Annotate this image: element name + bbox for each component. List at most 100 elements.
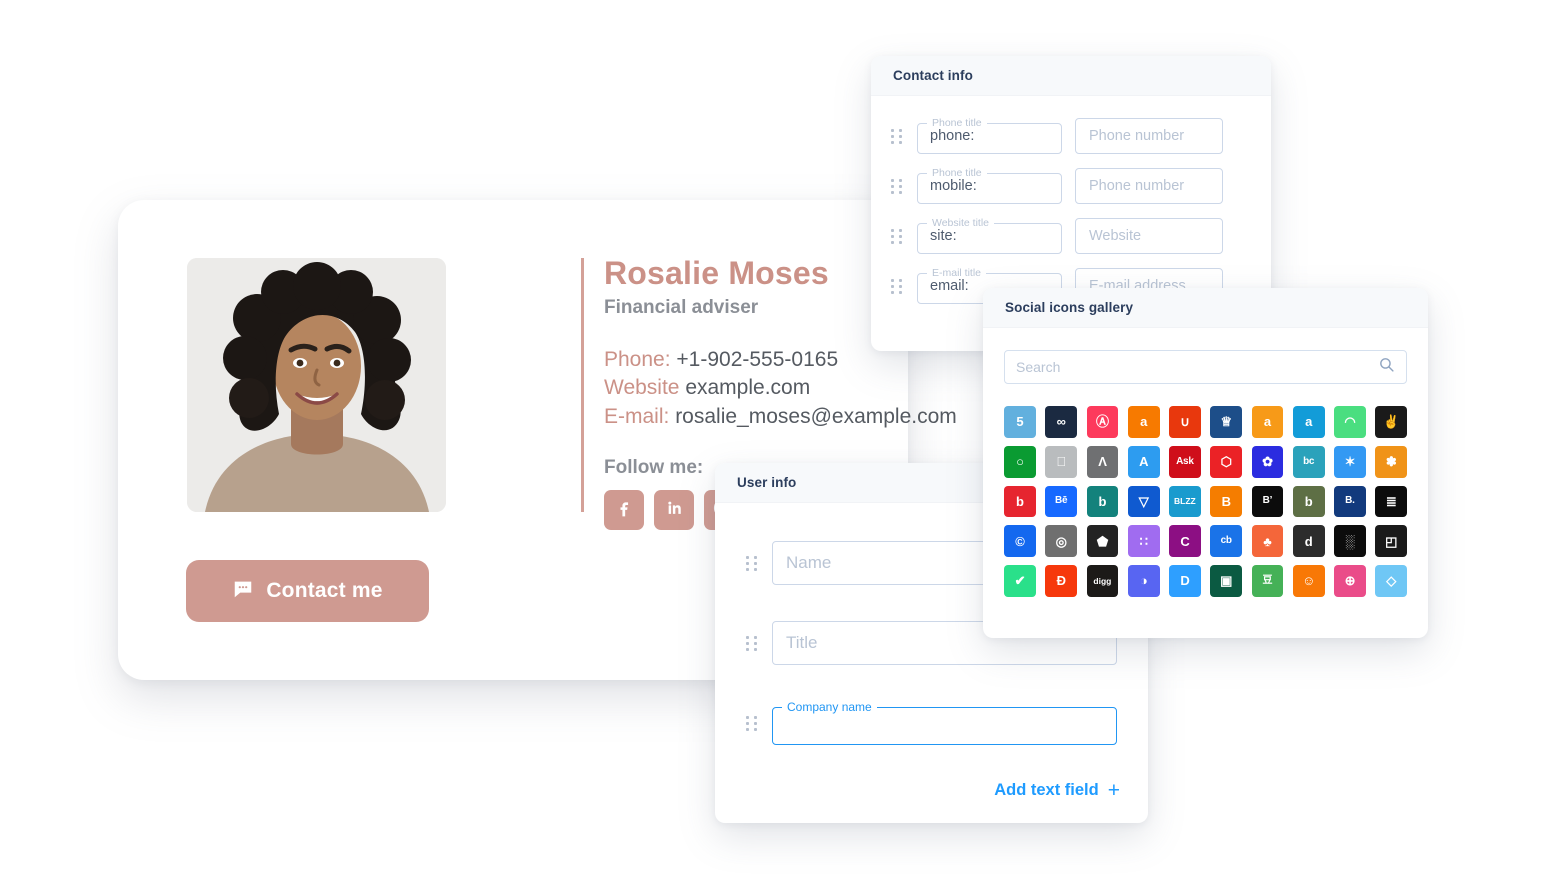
icon-glyph: BLZZ — [1174, 496, 1196, 507]
delicious-icon[interactable]: ◰ — [1375, 525, 1407, 557]
bitbucket-icon[interactable]: ▽ — [1127, 485, 1160, 518]
phone-title-field[interactable]: Phone title phone: — [917, 118, 1062, 154]
drag-handle-icon[interactable] — [891, 178, 904, 194]
contact-lines: Phone: +1-902-555-0165 Website example.c… — [604, 346, 1044, 432]
facebook-icon — [614, 498, 634, 523]
basecamp-icon[interactable]: ✶ — [1334, 445, 1366, 478]
search-icon[interactable] — [1378, 356, 1395, 378]
plus-icon: + — [1107, 779, 1120, 802]
icon-glyph: b — [1016, 493, 1024, 509]
drag-handle-icon[interactable] — [891, 228, 904, 244]
contact-row-phone: Phone title phone: Phone number — [891, 118, 1251, 154]
deviantart-icon[interactable]: ✔ — [1004, 565, 1036, 597]
codepen-icon[interactable]: ⬟ — [1086, 525, 1119, 557]
dribbble-icon[interactable]: ⊕ — [1334, 565, 1366, 597]
dailymotion-icon[interactable]: d — [1292, 525, 1325, 557]
website-url-field[interactable]: Website — [1075, 218, 1223, 254]
icon-glyph: ○ — [1016, 454, 1024, 470]
contact-me-button[interactable]: Contact me — [186, 560, 429, 622]
8tracks-icon[interactable]: ∞ — [1045, 406, 1077, 438]
icon-glyph: ▣ — [1220, 573, 1233, 589]
mobile-title-value: mobile: — [930, 178, 977, 194]
disqus-icon[interactable]: D — [1169, 565, 1201, 597]
ask-fm-icon[interactable]: Ask — [1169, 445, 1201, 478]
company-name-field[interactable]: Company name — [772, 701, 1117, 745]
booking-icon[interactable]: B. — [1334, 485, 1366, 518]
amazon-icon[interactable]: a — [1251, 406, 1284, 438]
discord-icon[interactable]: ◑ — [1127, 565, 1160, 597]
android-icon[interactable]: ◠ — [1334, 406, 1366, 438]
mobile-number-field[interactable]: Phone number — [1075, 168, 1223, 204]
aim-icon[interactable]: ○ — [1004, 445, 1036, 478]
blogger-icon[interactable]: B — [1210, 485, 1242, 518]
bing-icon[interactable]: b — [1086, 485, 1119, 518]
digg-icon[interactable]: digg — [1086, 565, 1119, 597]
autodesk-icon[interactable]: ⬡ — [1210, 445, 1242, 478]
phone-value: +1-902-555-0165 — [676, 347, 839, 371]
user-row-company: Company name — [746, 701, 1117, 745]
drag-handle-icon[interactable] — [746, 635, 759, 651]
website-value[interactable]: example.com — [685, 376, 810, 399]
mobile-title-field[interactable]: Phone title mobile: — [917, 168, 1062, 204]
mobile-title-legend: Phone title — [932, 167, 982, 179]
bebo-icon[interactable]: b — [1004, 485, 1036, 518]
angellist-icon[interactable]: ✌ — [1375, 406, 1407, 438]
linkedin-button[interactable] — [654, 490, 694, 531]
icon-glyph: ♕ — [1220, 414, 1232, 430]
crunchyroll-icon[interactable]: ♣ — [1251, 525, 1284, 557]
icon-glyph: Λ — [1098, 454, 1107, 470]
beatport-icon[interactable]: ✽ — [1375, 445, 1407, 478]
email-title-legend: E-mail title — [932, 267, 982, 279]
icon-glyph: C — [1180, 533, 1190, 549]
cratejoy-icon[interactable]: C — [1169, 525, 1201, 557]
bloglovin-icon[interactable]: B’ — [1251, 485, 1284, 518]
app-store-icon[interactable]: A — [1127, 445, 1160, 478]
website-title-field[interactable]: Website title site: — [917, 218, 1062, 254]
drupal-icon[interactable]: ◇ — [1375, 565, 1407, 597]
drag-handle-icon[interactable] — [891, 128, 904, 144]
behance-icon[interactable]: Bē — [1045, 485, 1077, 518]
deezer-icon[interactable]: ░ — [1334, 525, 1366, 557]
avatar — [187, 258, 446, 512]
phone-number-field[interactable]: Phone number — [1075, 118, 1223, 154]
icon-glyph: a — [1263, 414, 1271, 430]
cc-icon[interactable]: © — [1004, 525, 1036, 557]
icon-glyph:  — [1056, 455, 1066, 468]
icon-glyph: B’ — [1262, 495, 1273, 507]
crunchbase-icon[interactable]: cb — [1210, 525, 1242, 557]
aliexpress-icon[interactable]: ∪ — [1169, 406, 1201, 438]
coderwall-icon[interactable]: ∷ — [1127, 525, 1160, 557]
apple-icon[interactable]:  — [1045, 445, 1077, 478]
apple-music-icon[interactable]: Λ — [1086, 445, 1119, 478]
draugiem-icon[interactable]: ☺ — [1292, 565, 1325, 597]
phone-label: Phone: — [604, 347, 671, 371]
phone-title-legend: Phone title — [932, 117, 982, 129]
bookbub-icon[interactable]: b — [1292, 485, 1325, 518]
bandcamp-icon[interactable]: bc — [1292, 445, 1325, 478]
buffer-icon[interactable]: ≣ — [1375, 485, 1407, 518]
website-title-value: site: — [930, 228, 957, 244]
icon-glyph: A — [1139, 454, 1149, 470]
blizzard-icon[interactable]: BLZZ — [1169, 485, 1201, 518]
chat-bubble-icon — [232, 578, 254, 605]
allrecipes-icon[interactable]: ♕ — [1210, 406, 1242, 438]
email-value[interactable]: rosalie_moses@example.com — [675, 405, 957, 428]
drag-handle-icon[interactable] — [746, 555, 759, 571]
dooma-icon[interactable]: ▣ — [1210, 565, 1242, 597]
amazon-alt-icon[interactable]: a — [1292, 406, 1325, 438]
facebook-button[interactable] — [604, 490, 644, 531]
company-name-legend: Company name — [787, 700, 872, 714]
drag-handle-icon[interactable] — [891, 278, 904, 294]
chrome-icon[interactable]: ◎ — [1045, 525, 1077, 557]
add-text-field-button[interactable]: Add text field + — [994, 780, 1120, 801]
dfinity-icon[interactable]: Đ — [1045, 565, 1077, 597]
airbnb-icon[interactable]: Ⓐ — [1086, 406, 1119, 438]
500px-icon[interactable]: 5 — [1004, 406, 1036, 438]
alibaba-icon[interactable]: a — [1127, 406, 1160, 438]
baidu-icon[interactable]: ✿ — [1251, 445, 1284, 478]
title-placeholder: Title — [786, 633, 818, 652]
search-input[interactable]: Search — [1004, 350, 1407, 384]
drag-handle-icon[interactable] — [746, 715, 759, 731]
email-label: E-mail: — [604, 404, 670, 428]
douban-icon[interactable]: 豆 — [1251, 565, 1284, 597]
